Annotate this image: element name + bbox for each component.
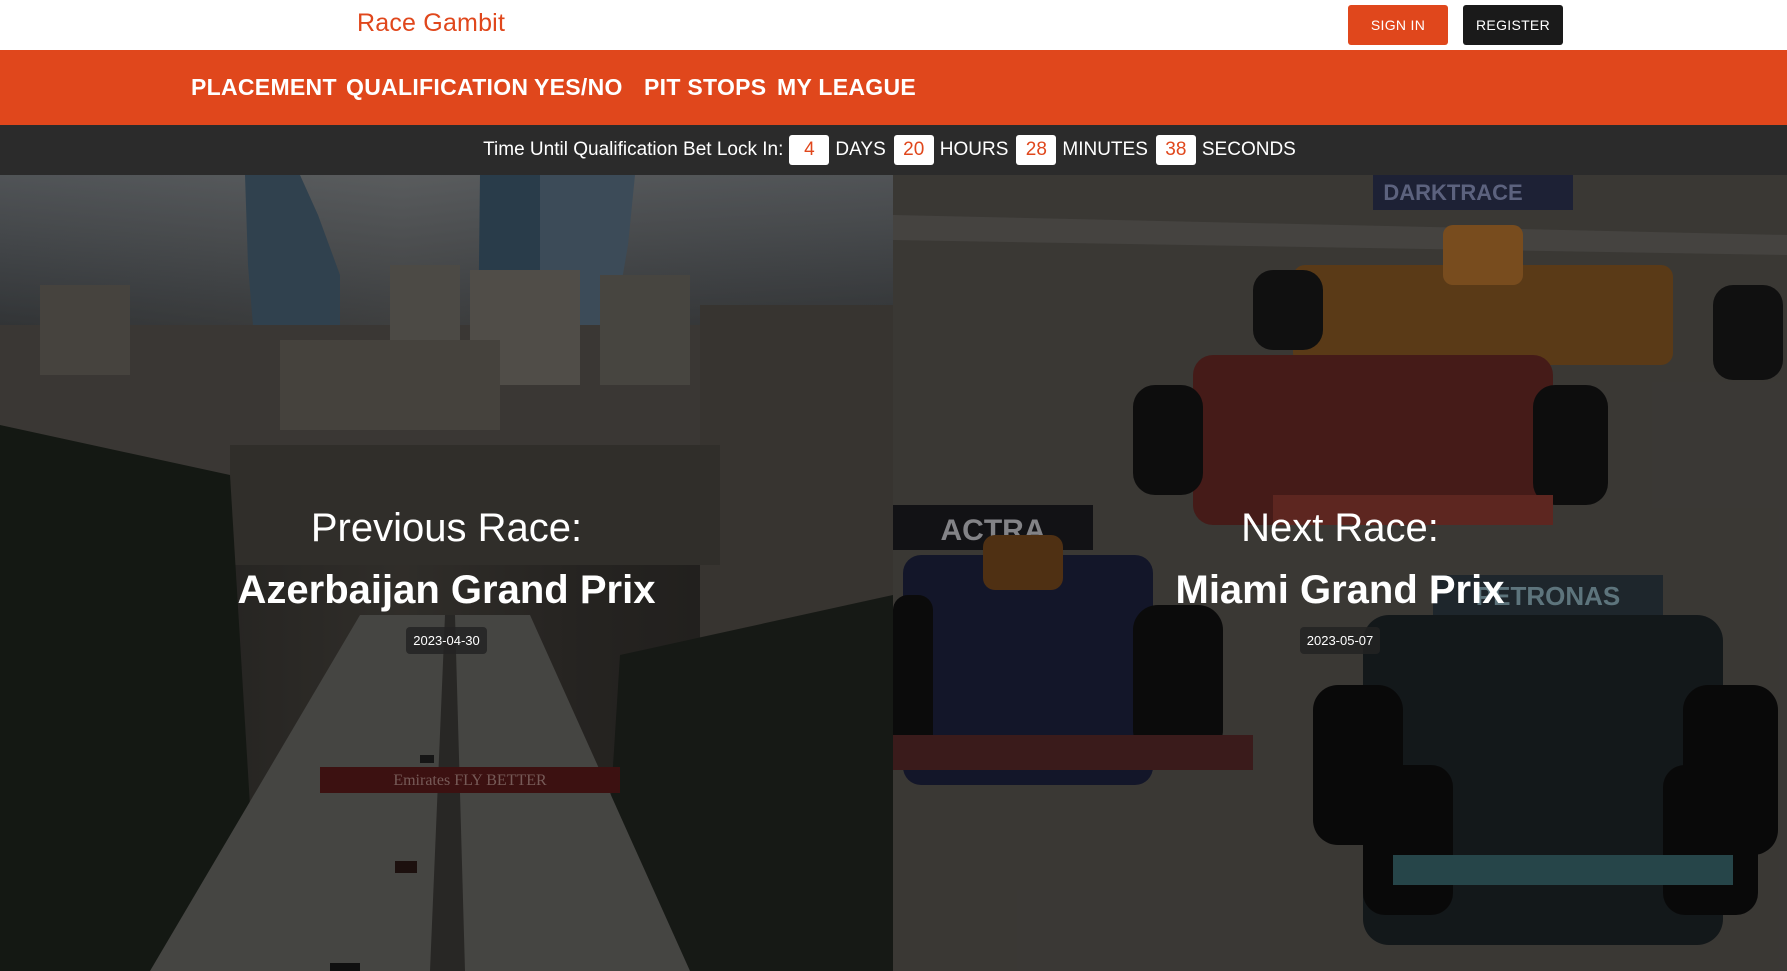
- nav-item-my-league[interactable]: MY LEAGUE: [777, 74, 916, 101]
- top-bar: Race Gambit SIGN IN REGISTER: [0, 0, 1787, 50]
- sign-in-button[interactable]: SIGN IN: [1348, 5, 1448, 45]
- previous-race-name: Azerbaijan Grand Prix: [237, 568, 656, 612]
- countdown-hours-unit: HOURS: [939, 139, 1009, 160]
- countdown-bar: Time Until Qualification Bet Lock In: 4 …: [0, 125, 1787, 175]
- countdown-days-unit: DAYS: [835, 139, 886, 160]
- countdown-label: Time Until Qualification Bet Lock In:: [483, 139, 784, 160]
- countdown-seconds-unit: SECONDS: [1201, 139, 1296, 160]
- countdown-minutes-value: 28: [1016, 135, 1057, 165]
- main-nav: PLACEMENT QUALIFICATION YES/NO PIT STOPS…: [0, 50, 1787, 125]
- register-button[interactable]: REGISTER: [1463, 5, 1563, 45]
- next-race-date: 2023-05-07: [1299, 627, 1381, 654]
- countdown-hours-value: 20: [893, 135, 934, 165]
- previous-race-info: Previous Race: Azerbaijan Grand Prix 202…: [0, 505, 893, 654]
- previous-race-kicker: Previous Race:: [310, 506, 583, 550]
- nav-item-placement[interactable]: PLACEMENT: [191, 74, 337, 101]
- countdown-seconds-value: 38: [1155, 135, 1196, 165]
- previous-race-date: 2023-04-30: [406, 627, 487, 654]
- next-race-info: Next Race: Miami Grand Prix 2023-05-07: [893, 505, 1787, 654]
- countdown-minutes-unit: MINUTES: [1062, 139, 1148, 160]
- next-race-panel[interactable]: DARKTRACE ACTRA PETRONAS Next Race: Miam…: [893, 175, 1787, 971]
- brand-logo[interactable]: Race Gambit: [357, 9, 505, 38]
- nav-item-yes-no[interactable]: YES/NO: [534, 74, 623, 101]
- nav-item-qualification[interactable]: QUALIFICATION: [346, 74, 528, 101]
- countdown-days-value: 4: [789, 135, 830, 165]
- next-race-name: Miami Grand Prix: [1175, 568, 1505, 612]
- previous-race-panel[interactable]: Emirates FLY BETTER Previous Race: Azerb…: [0, 175, 893, 971]
- next-race-kicker: Next Race:: [1241, 506, 1439, 550]
- nav-item-pit-stops[interactable]: PIT STOPS: [644, 74, 766, 101]
